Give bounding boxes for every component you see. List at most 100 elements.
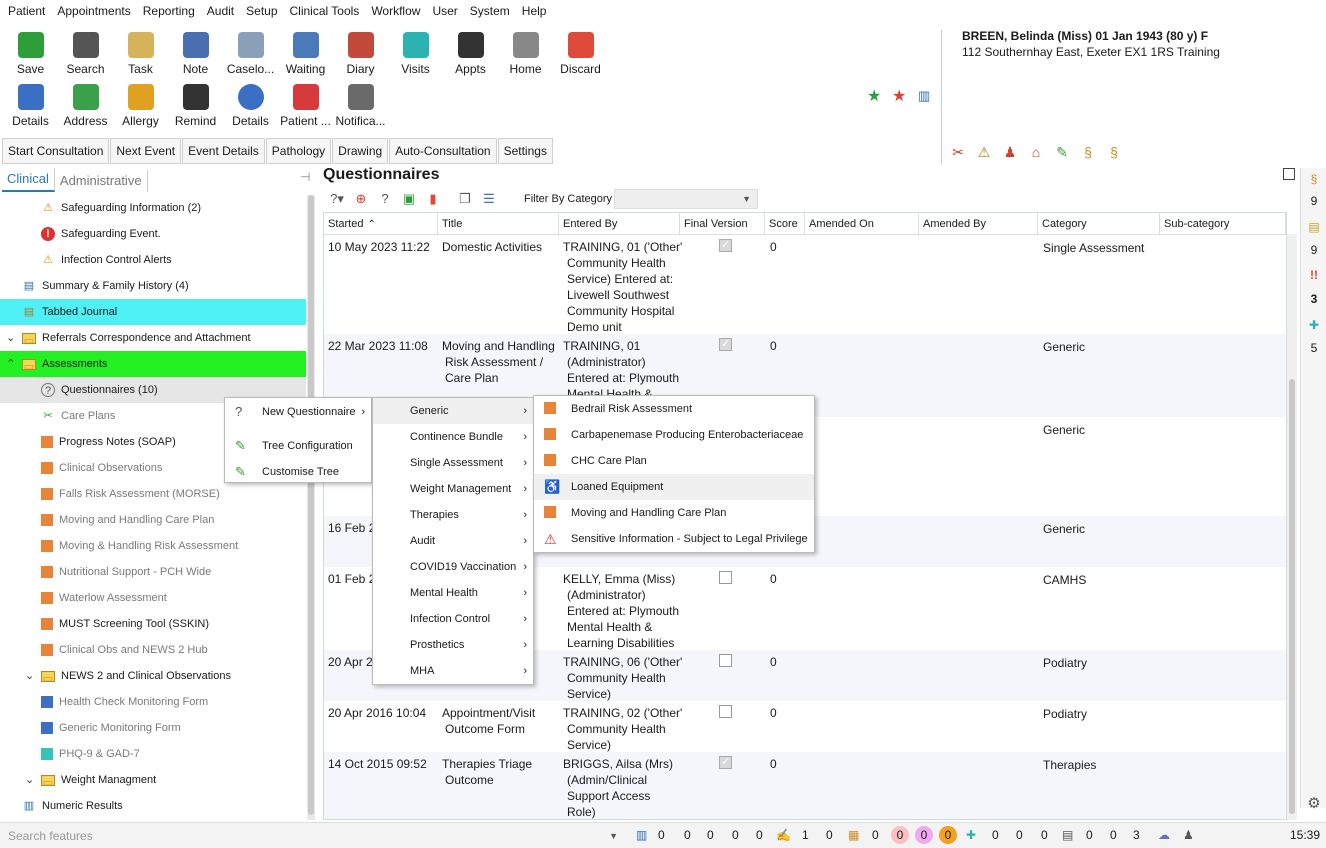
chevron-down-icon[interactable]: ⌄ (6, 325, 15, 351)
diary-button[interactable]: Diary (333, 28, 388, 78)
next-event-button[interactable]: Next Event (110, 138, 182, 164)
task-icon[interactable]: ▤ (1306, 220, 1322, 234)
submenu-item-continence-bundle[interactable]: Continence Bundle › (373, 424, 533, 450)
note-button[interactable]: Note (168, 28, 223, 78)
generic-item-bedrail-risk-assessment[interactable]: Bedrail Risk Assessment (534, 396, 814, 422)
address-button[interactable]: Address (58, 80, 113, 130)
submenu-item-audit[interactable]: Audit › (373, 528, 533, 554)
menu-reporting[interactable]: Reporting (137, 0, 201, 22)
patient-phone-button[interactable]: Patient ... (278, 80, 333, 130)
auto-consultation-button[interactable]: Auto-Consultation (389, 138, 497, 164)
chevron-down-icon[interactable]: ⌄ (25, 663, 34, 689)
tree-node[interactable]: Clinical Obs and NEWS 2 Hub (0, 637, 306, 663)
caseload-button[interactable]: Caselo... (223, 28, 278, 78)
menu-item-customise-tree[interactable]: ✎ Customise Tree (225, 459, 371, 485)
settings-button[interactable]: Settings (497, 138, 553, 164)
tab-clinical[interactable]: Clinical (2, 168, 55, 192)
final-version-checkbox[interactable] (719, 571, 732, 584)
tree-node[interactable]: ▤ Summary & Family History (4) (0, 273, 306, 299)
save-icon[interactable]: ▣ (400, 190, 418, 208)
menu-setup[interactable]: Setup (240, 0, 283, 22)
reminder-icon[interactable]: !! (1306, 268, 1322, 282)
submenu-item-weight-management[interactable]: Weight Management › (373, 476, 533, 502)
safeguard-icon[interactable]: ⚠ (974, 144, 994, 162)
tab-administrative[interactable]: Administrative (55, 170, 148, 192)
remind-button[interactable]: Remind (168, 80, 223, 130)
red-star-icon[interactable]: ★ (892, 86, 906, 106)
menu-item-new-questionnaire[interactable]: ? New Questionnaire › (225, 399, 371, 425)
grid-scrollbar[interactable] (1287, 234, 1297, 820)
category-filter-select[interactable]: ▼ (614, 189, 758, 209)
pathology-button[interactable]: Pathology (265, 138, 332, 164)
submenu-item-prosthetics[interactable]: Prosthetics › (373, 632, 533, 658)
pencil-icon[interactable]: ✎ (1052, 144, 1072, 162)
submenu-item-single-assessment[interactable]: Single Assessment › (373, 450, 533, 476)
column-header-entered-by[interactable]: Entered By (559, 213, 680, 235)
table-row[interactable]: 10 May 2023 11:22 Domestic Activities TRAI… (324, 235, 1286, 334)
chart-icon[interactable]: ▦ (848, 828, 859, 842)
help-icon[interactable]: ? (376, 190, 394, 208)
start-consultation-button[interactable]: Start Consultation (2, 138, 110, 164)
document-icon[interactable]: § (1078, 144, 1098, 162)
document-icon[interactable]: § (1306, 172, 1322, 186)
copy-icon[interactable]: ❐ (456, 190, 474, 208)
tree-node[interactable]: ⌃ ▭ Assessments (0, 351, 306, 377)
visits-button[interactable]: Visits (388, 28, 443, 78)
generic-item-sensitive-information-subject-to-legal-privilege[interactable]: ⚠ Sensitive Information - Subject to Lega… (534, 526, 814, 552)
final-version-checkbox[interactable] (719, 238, 732, 252)
bar-chart-icon[interactable]: ▥ (918, 88, 930, 104)
tree-node[interactable]: Generic Monitoring Form (0, 715, 306, 741)
tree-scrollbar[interactable] (307, 195, 315, 820)
tree-node[interactable]: Health Check Monitoring Form (0, 689, 306, 715)
tree-node[interactable]: Nutritional Support - PCH Wide (0, 559, 306, 585)
visits-icon[interactable]: ✚ (966, 828, 976, 842)
tools-icon[interactable]: ✂ (948, 144, 968, 162)
menu-user[interactable]: User (426, 0, 463, 22)
chevron-down-icon[interactable]: ⌄ (25, 767, 34, 793)
weather-icon[interactable]: ☁ (1158, 828, 1170, 842)
submenu-item-generic[interactable]: Generic › (373, 398, 533, 424)
tree-node[interactable]: ▤ Tabbed Journal (0, 299, 306, 325)
table-row[interactable]: 14 Oct 2015 09:52 Therapies Triage Outcome… (324, 752, 1286, 819)
column-header-amended-by[interactable]: Amended By (919, 213, 1038, 235)
chevron-up-icon[interactable]: ⌃ (6, 351, 15, 377)
menu-help[interactable]: Help (516, 0, 553, 22)
visits-icon[interactable]: ✚ (1306, 318, 1322, 332)
menu-appointments[interactable]: Appointments (51, 0, 136, 22)
details-button[interactable]: Details (3, 80, 58, 130)
clipboard-icon[interactable]: ▤ (1062, 828, 1073, 842)
menu-workflow[interactable]: Workflow (365, 0, 426, 22)
tree-node[interactable]: ! Safeguarding Event. (0, 221, 306, 247)
delete-icon[interactable]: ▮ (424, 190, 442, 208)
tree-node[interactable]: Moving & Handling Risk Assessment (0, 533, 306, 559)
menu-audit[interactable]: Audit (201, 0, 240, 22)
column-header-amended-on[interactable]: Amended On (805, 213, 919, 235)
column-header-started[interactable]: Started ⌃ (324, 213, 438, 235)
generic-item-loaned-equipment[interactable]: ♿ Loaned Equipment (534, 474, 814, 500)
user-icon[interactable]: ♟ (1183, 828, 1194, 842)
drawing-button[interactable]: Drawing (332, 138, 389, 164)
gear-icon[interactable]: ⚙ (1306, 794, 1322, 812)
green-star-icon[interactable]: ★ (867, 86, 881, 106)
submenu-item-covid19-vaccination[interactable]: COVID19 Vaccination › (373, 554, 533, 580)
submenu-item-therapies[interactable]: Therapies › (373, 502, 533, 528)
tree-node[interactable]: Moving and Handling Care Plan (0, 507, 306, 533)
house-icon[interactable]: ⌂ (1026, 144, 1046, 162)
column-header-category[interactable]: Category (1038, 213, 1160, 235)
table-row[interactable]: 20 Apr 2016 10:04 Appointment/Visit Outcom… (324, 701, 1286, 752)
document-2-icon[interactable]: § (1104, 144, 1124, 162)
submenu-item-mental-health[interactable]: Mental Health › (373, 580, 533, 606)
add-questionnaire-icon[interactable]: ⊕ (352, 190, 370, 208)
column-header-score[interactable]: Score (765, 213, 805, 235)
tree-node[interactable]: ⌄ ▭ Weight Managment (0, 767, 306, 793)
discard-button[interactable]: Discard (553, 28, 608, 78)
menu-clinical-tools[interactable]: Clinical Tools (284, 0, 366, 22)
tree-node[interactable]: MUST Screening Tool (SSKIN) (0, 611, 306, 637)
tree-node[interactable]: ⌄ ▭ Referrals Correspondence and Attachmen… (0, 325, 306, 351)
search-button[interactable]: Search (58, 28, 113, 78)
home-button[interactable]: Home (498, 28, 553, 78)
save-button[interactable]: Save (3, 28, 58, 78)
search-features-input[interactable]: Search features ▼ (2, 827, 624, 845)
tree-node[interactable]: ⌄ ▭ NEWS 2 and Clinical Observations (0, 663, 306, 689)
pin-icon[interactable]: ⊣ (300, 170, 310, 184)
